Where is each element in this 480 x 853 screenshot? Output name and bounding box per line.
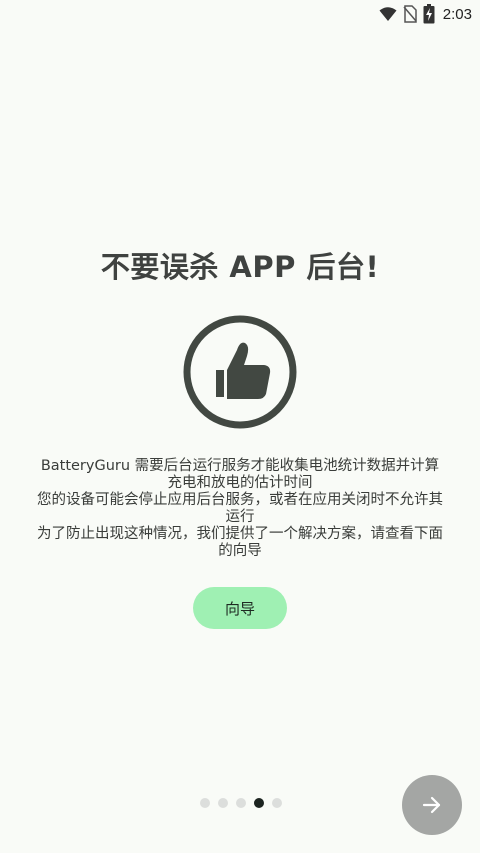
status-time: 2:03 — [442, 5, 472, 23]
page-indicator — [200, 798, 282, 808]
page-dot — [218, 798, 228, 808]
status-icons: 2:03 — [379, 4, 472, 24]
page-title: 不要误杀 APP 后台! — [100, 250, 380, 284]
thumbs-up-icon — [183, 315, 297, 429]
description-line: 为了防止出现这种情况，我们提供了一个解决方案，请查看下面的向导 — [37, 526, 443, 559]
description-line: 您的设备可能会停止应用后台服务，或者在应用关闭时不允许其运行 — [37, 492, 443, 525]
page-dot — [236, 798, 246, 808]
guide-button[interactable]: 向导 — [193, 587, 287, 629]
battery-charging-icon — [423, 4, 435, 24]
no-sim-icon — [403, 5, 417, 23]
description: BatteryGuru 需要后台运行服务才能收集电池统计数据并计算充电和放电的估… — [34, 458, 446, 560]
page-dot — [200, 798, 210, 808]
next-button[interactable] — [402, 775, 462, 835]
arrow-right-icon — [422, 796, 441, 814]
wifi-icon — [379, 7, 397, 21]
page-dot-active — [254, 798, 264, 808]
description-line: BatteryGuru 需要后台运行服务才能收集电池统计数据并计算充电和放电的估… — [40, 458, 440, 491]
status-bar: 2:03 — [0, 0, 480, 28]
page-dot — [272, 798, 282, 808]
thumbs-up-illustration — [182, 314, 298, 430]
